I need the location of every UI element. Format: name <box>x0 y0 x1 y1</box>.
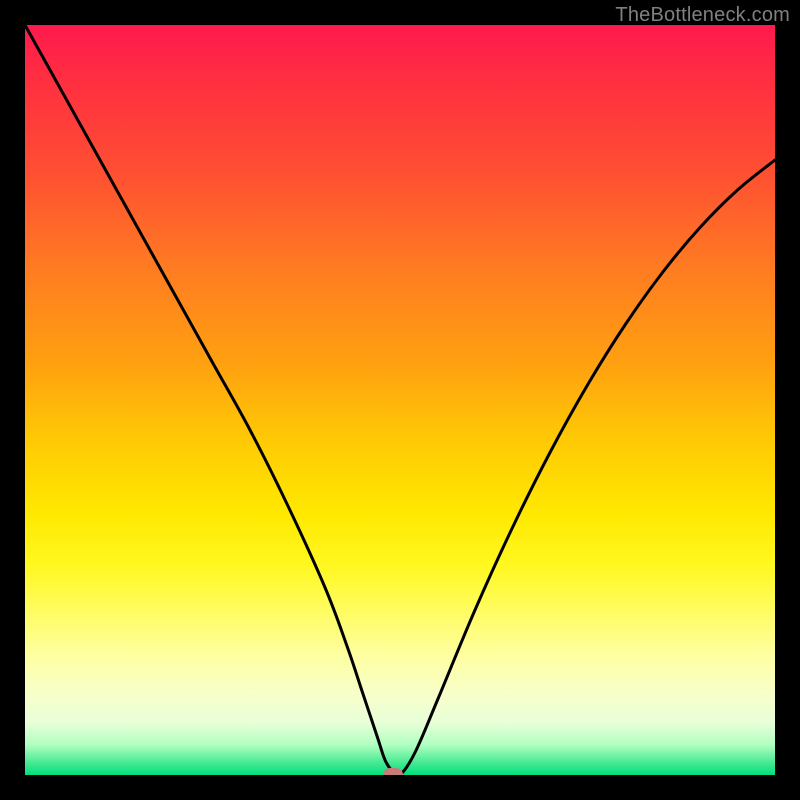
chart-container: TheBottleneck.com <box>0 0 800 800</box>
plot-area <box>25 25 775 775</box>
bottleneck-curve-line <box>25 25 775 775</box>
watermark-text: TheBottleneck.com <box>615 4 790 27</box>
optimum-marker <box>383 768 403 775</box>
curve-svg <box>25 25 775 775</box>
